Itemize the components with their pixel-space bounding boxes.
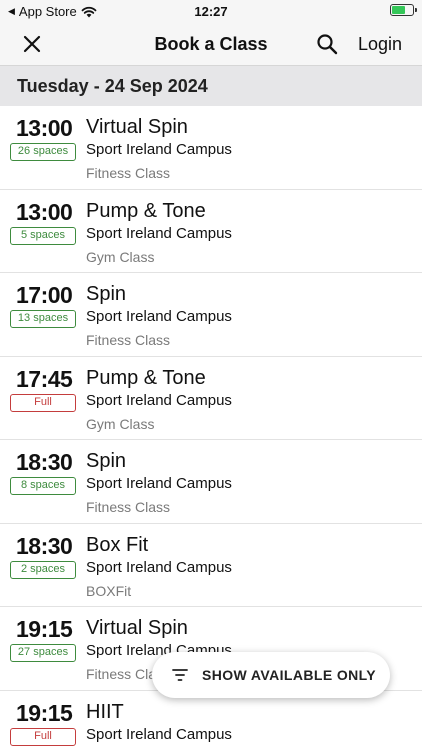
class-time: 13:00 (16, 115, 73, 141)
class-name: Virtual Spin (86, 116, 188, 138)
class-category: Fitness Class (86, 332, 171, 348)
class-venue: Sport Ireland Campus (86, 725, 232, 743)
class-name: Virtual Spin (86, 617, 188, 639)
class-time: 13:00 (16, 198, 73, 225)
class-row[interactable]: 13:00 26 spaces Virtual Spin Sport Irela… (0, 106, 422, 190)
full-badge: Full (10, 393, 76, 412)
spaces-badge: 5 spaces (10, 226, 76, 245)
spaces-badge: 27 spaces (10, 644, 76, 662)
battery-icon (390, 4, 417, 16)
class-time: 18:30 (16, 532, 73, 559)
class-row[interactable]: 17:45 Full Pump & Tone Sport Ireland Cam… (0, 357, 422, 440)
class-row[interactable]: 18:30 2 spaces Box Fit Sport Ireland Cam… (0, 524, 422, 607)
class-name: HIIT (86, 700, 124, 723)
class-venue: Sport Ireland Campus (86, 475, 232, 492)
search-icon[interactable] (315, 32, 339, 56)
class-row[interactable]: 13:00 5 spaces Pump & Tone Sport Ireland… (0, 190, 422, 273)
class-time: 17:45 (16, 365, 73, 392)
status-bar: ◀ App Store 12:27 (0, 0, 422, 22)
class-venue: Sport Ireland Campus (86, 141, 232, 158)
class-time: 19:15 (16, 699, 73, 726)
class-category: Fitness Class (86, 499, 171, 515)
class-row[interactable]: 18:30 8 spaces Spin Sport Ireland Campus… (0, 440, 422, 524)
class-name: Pump & Tone (86, 199, 206, 222)
class-venue: Sport Ireland Campus (86, 308, 232, 325)
class-venue: Sport Ireland Campus (86, 224, 232, 242)
class-time: 19:15 (16, 616, 73, 642)
class-row[interactable]: 17:00 13 spaces Spin Sport Ireland Campu… (0, 273, 422, 357)
class-name: Box Fit (86, 533, 149, 556)
status-time: 12:27 (194, 4, 228, 19)
class-category: Gym Class (86, 415, 155, 432)
full-badge: Full (10, 727, 76, 746)
class-row[interactable]: 19:15 Full HIIT Sport Ireland Campus (0, 691, 422, 750)
date-header: Tuesday - 24 Sep 2024 (0, 66, 422, 106)
class-category: Fitness Class (86, 165, 171, 181)
spaces-badge: 13 spaces (10, 310, 76, 328)
spaces-badge: 26 spaces (10, 143, 76, 161)
class-time: 18:30 (16, 449, 73, 475)
class-name: Pump & Tone (86, 366, 206, 389)
filter-label: SHOW AVAILABLE ONLY (202, 667, 377, 683)
class-name: Spin (86, 450, 127, 472)
filter-icon (172, 669, 188, 681)
class-time: 17:00 (16, 282, 73, 308)
class-name: Spin (86, 283, 127, 305)
class-venue: Sport Ireland Campus (86, 391, 232, 409)
nav-bar: Book a Class Login (0, 22, 422, 66)
class-category: BOXFit (86, 582, 132, 599)
login-button[interactable]: Login (358, 34, 402, 55)
spaces-badge: 2 spaces (10, 560, 76, 579)
show-available-only-button[interactable]: SHOW AVAILABLE ONLY (152, 652, 390, 698)
class-venue: Sport Ireland Campus (86, 558, 232, 576)
spaces-badge: 8 spaces (10, 477, 76, 495)
class-category: Gym Class (86, 248, 155, 265)
